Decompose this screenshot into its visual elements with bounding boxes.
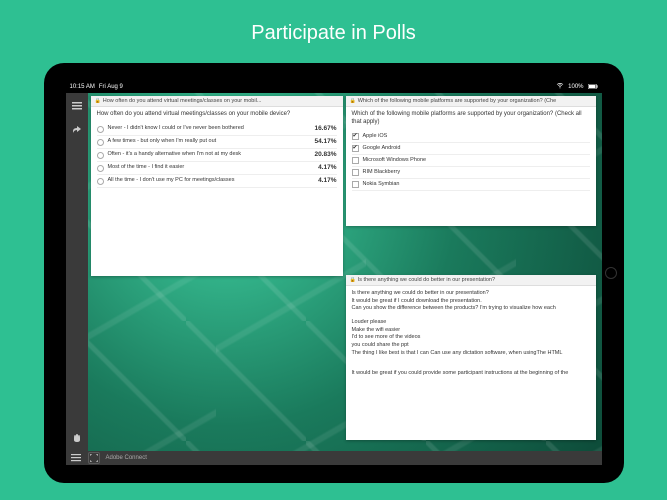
checkbox-icon[interactable]: ✔ xyxy=(352,133,359,140)
poll-card-frequency: 🔒 How often do you attend virtual meetin… xyxy=(91,96,343,276)
card-header: 🔒 Is there anything we could do better i… xyxy=(346,275,596,286)
share-icon[interactable] xyxy=(70,123,84,137)
status-date: Fri Aug 9 xyxy=(99,84,123,90)
option-label: All the time - I don't use my PC for mee… xyxy=(108,177,303,184)
lock-icon: 🔒 xyxy=(95,98,101,104)
tablet-frame: 10:15 AM Fri Aug 9 100% xyxy=(44,63,624,483)
option-percent: 4.17% xyxy=(303,164,337,171)
home-button[interactable] xyxy=(605,267,617,279)
option-label: Never - I didn't know I could or I've ne… xyxy=(108,125,303,132)
checkbox-icon[interactable]: ✔ xyxy=(352,145,359,152)
poll-question: Which of the following mobile platforms … xyxy=(352,111,590,127)
card-header: 🔒 How often do you attend virtual meetin… xyxy=(91,96,343,107)
option-label: Microsoft Windows Phone xyxy=(363,157,590,164)
option-label: Apple iOS xyxy=(363,133,590,140)
brand-label: Adobe Connect xyxy=(106,455,147,461)
feedback-line: you could share the ppt xyxy=(352,342,590,350)
page-title: Participate in Polls xyxy=(251,22,416,45)
radio-icon[interactable] xyxy=(97,152,104,159)
option-percent: 20.83% xyxy=(303,151,337,158)
sidebar xyxy=(66,93,88,451)
option-label: Often - it's a handy alternative when I'… xyxy=(108,151,303,158)
poll-option[interactable]: All the time - I don't use my PC for mee… xyxy=(97,175,337,188)
status-time: 10:15 AM xyxy=(70,84,95,90)
option-percent: 54.17% xyxy=(303,138,337,145)
radio-icon[interactable] xyxy=(97,126,104,133)
poll-option[interactable]: Microsoft Windows Phone xyxy=(352,155,590,167)
lock-icon: 🔒 xyxy=(350,98,356,104)
poll-option[interactable]: Often - it's a handy alternative when I'… xyxy=(97,149,337,162)
poll-card-feedback: 🔒 Is there anything we could do better i… xyxy=(346,275,596,440)
option-label: Nokia Symbian xyxy=(363,181,590,188)
checkbox-icon[interactable] xyxy=(352,157,359,164)
poll-card-platforms: 🔒 Which of the following mobile platform… xyxy=(346,96,596,226)
poll-option[interactable]: ✔ Google Android xyxy=(352,143,590,155)
poll-question: How often do you attend virtual meetings… xyxy=(97,111,337,119)
option-percent: 4.17% xyxy=(303,177,337,184)
feedback-line: Louder please xyxy=(352,319,590,327)
feedback-line: I'd to see more of the videos xyxy=(352,334,590,342)
poll-option[interactable]: A few times - but only when I'm really p… xyxy=(97,136,337,149)
option-label: Most of the time - I find it easier xyxy=(108,164,303,171)
feedback-line: It would be great if you could provide s… xyxy=(352,370,590,378)
menu-icon[interactable] xyxy=(70,452,82,464)
feedback-line: The thing I like best is that I can Can … xyxy=(352,350,590,358)
fullscreen-icon[interactable] xyxy=(88,452,100,464)
checkbox-icon[interactable] xyxy=(352,181,359,188)
status-battery: 100% xyxy=(568,84,583,90)
card-header: 🔒 Which of the following mobile platform… xyxy=(346,96,596,107)
option-label: RIM Blackberry xyxy=(363,169,590,176)
option-label: A few times - but only when I'm really p… xyxy=(108,138,303,145)
main-area: 🔒 How often do you attend virtual meetin… xyxy=(88,93,602,451)
status-bar: 10:15 AM Fri Aug 9 100% xyxy=(66,81,602,93)
poll-option[interactable]: ✔ Apple iOS xyxy=(352,131,590,143)
radio-icon[interactable] xyxy=(97,178,104,185)
screen: 10:15 AM Fri Aug 9 100% xyxy=(66,81,602,465)
poll-option[interactable]: RIM Blackberry xyxy=(352,167,590,179)
option-label: Google Android xyxy=(363,145,590,152)
feedback-line: Can you show the difference between the … xyxy=(352,305,590,313)
lock-icon: 🔒 xyxy=(350,277,356,283)
feedback-line: It would be great if I could download th… xyxy=(352,298,590,306)
raise-hand-icon[interactable] xyxy=(70,431,84,445)
wifi-icon xyxy=(556,83,564,91)
feedback-line: Make the wifi easier xyxy=(352,327,590,335)
battery-icon xyxy=(588,84,598,91)
footer-bar: Adobe Connect xyxy=(66,451,602,465)
checkbox-icon[interactable] xyxy=(352,169,359,176)
option-percent: 16.67% xyxy=(303,125,337,132)
poll-option[interactable]: Never - I didn't know I could or I've ne… xyxy=(97,123,337,136)
radio-icon[interactable] xyxy=(97,165,104,172)
poll-option[interactable]: Nokia Symbian xyxy=(352,179,590,191)
radio-icon[interactable] xyxy=(97,139,104,146)
feedback-line: Is there anything we could do better in … xyxy=(352,290,590,298)
poll-option[interactable]: Most of the time - I find it easier4.17% xyxy=(97,162,337,175)
list-icon[interactable] xyxy=(70,99,84,113)
